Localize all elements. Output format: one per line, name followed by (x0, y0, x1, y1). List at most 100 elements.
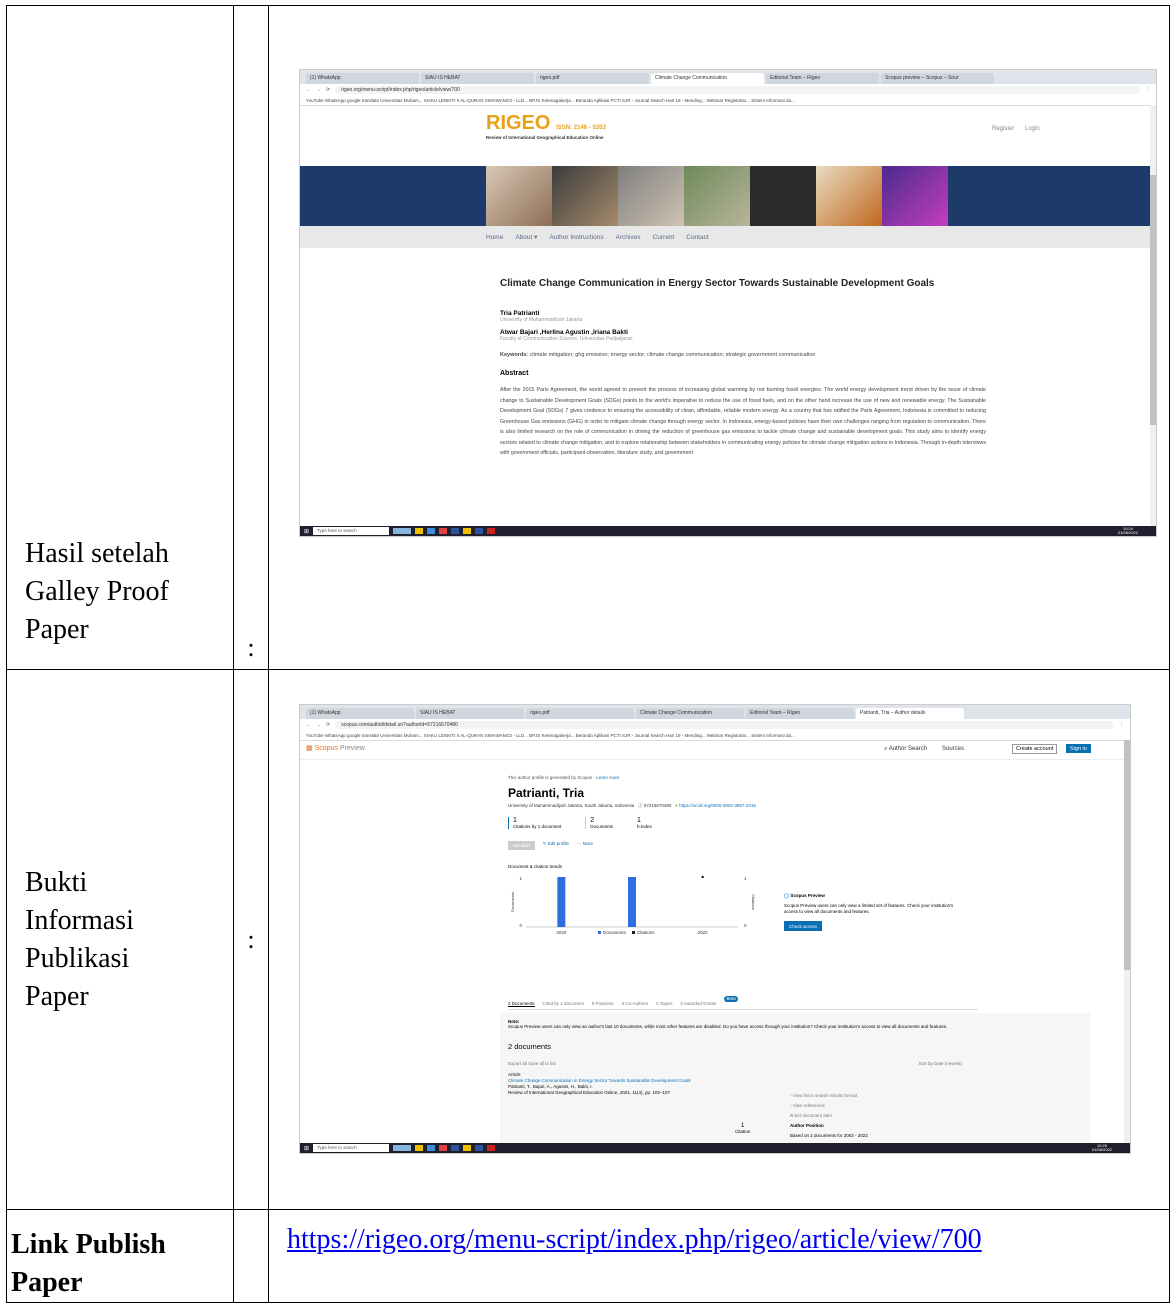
windows-icon[interactable]: ⊞ (304, 1145, 309, 1152)
app-icon[interactable] (451, 528, 460, 534)
keywords: Keywords: climate mitigation; ghg emissi… (500, 352, 816, 358)
document-citations: 1 Citation (735, 1123, 751, 1134)
url-bar[interactable]: scopus.com/authid/detail.uri?authorId=57… (335, 721, 1114, 729)
view-references-link[interactable]: › View references (790, 1101, 868, 1111)
y-tick-label: 1 (519, 876, 522, 881)
row3-label-cell: Link Publish Paper (6, 1209, 234, 1303)
tab[interactable]: SIAU IS HEBAT (416, 708, 524, 719)
nav-contact[interactable]: Contact (686, 234, 708, 241)
set-document-alert-link[interactable]: ⍾ Set document alert (790, 1111, 868, 1121)
y-tick-label: 0 (519, 923, 522, 928)
bookmarks-bar[interactable]: YouTube WhatsApp google translate Univer… (300, 96, 1156, 106)
app-icon[interactable] (427, 528, 436, 534)
subtab-preprints[interactable]: 0 Preprints (592, 1001, 614, 1007)
scopus-logo[interactable]: ▦ Scopus Preview (306, 744, 365, 752)
legend-citations: Citations (637, 930, 655, 935)
login-link[interactable]: Login (1025, 126, 1040, 132)
check-access-button[interactable]: Check access (784, 921, 823, 931)
set-alert-button[interactable]: Set alert (508, 841, 535, 850)
tab-active[interactable]: Patrianti, Tria – Author details (856, 708, 964, 719)
nav-archives[interactable]: Archives (616, 234, 641, 241)
menu-icon[interactable]: ⋮ (1145, 87, 1156, 93)
tab[interactable]: rigeo.pdf (536, 73, 649, 84)
app-icon[interactable] (415, 1145, 424, 1151)
subtab-cited-by[interactable]: Cited by 1 document (543, 1001, 584, 1007)
sign-in-button[interactable]: Sign in (1066, 744, 1091, 753)
scrollbar[interactable] (1150, 105, 1156, 526)
sources-link[interactable]: Sources (942, 746, 964, 752)
rigeo-header: RIGEO ISSN: 2146 - 0353 Review of Intern… (300, 106, 1156, 166)
tab[interactable]: Editorial Team – Rigeo (766, 73, 879, 84)
trends-title: Document & citation trends (508, 864, 563, 869)
metric-citations[interactable]: 1 Citations by 1 document (508, 817, 561, 829)
app-icon[interactable] (463, 1145, 472, 1151)
forward-icon[interactable]: → (316, 722, 321, 728)
tab[interactable]: Scopus preview – Scopus – Sour (881, 73, 994, 84)
app-icon[interactable] (439, 1145, 448, 1151)
scrollbar[interactable] (1124, 740, 1130, 1143)
tab[interactable]: SIAU IS HEBAT (421, 73, 534, 84)
documents-section: Note: Scopus Preview users can only view … (500, 1013, 1090, 1143)
address-row: ← → ⟳ scopus.com/authid/detail.uri?authorI… (300, 719, 1130, 731)
subtab-awarded-grants[interactable]: 0 Awarded Grants (681, 1001, 717, 1007)
author-1: Tria Patrianti (500, 310, 540, 317)
app-icon[interactable] (487, 1145, 496, 1151)
tab-active[interactable]: Climate Change Communication (651, 73, 764, 84)
author-position: Author Position (790, 1123, 824, 1128)
export-links[interactable]: Export all Save all to list (508, 1061, 556, 1066)
x-tick-label: 2020 (556, 930, 567, 935)
author-2: Atwar Bajari ,Herlina Agustin ,Iriana Ba… (500, 329, 628, 336)
app-icon[interactable] (475, 1145, 484, 1151)
register-link[interactable]: Register (992, 126, 1014, 132)
taskbar: ⊞ Type here to search 10:24 01/08/2022 (300, 526, 1156, 536)
edit-profile-link[interactable]: ✎ Edit profile (543, 841, 569, 850)
y2-tick-label: 1 (744, 876, 747, 881)
menu-icon[interactable]: ⋮ (1119, 722, 1130, 728)
author-search-link[interactable]: ⌕ Author Search (884, 746, 927, 753)
nav-home[interactable]: Home (486, 234, 503, 241)
taskbar-search[interactable]: Type here to search (313, 1144, 390, 1152)
app-icon[interactable] (393, 528, 412, 534)
legend-documents-swatch (598, 931, 601, 934)
scopus-preview-panel: ◯ Scopus Preview Scopus Preview users ca… (784, 893, 954, 931)
taskbar-search[interactable]: Type here to search (313, 527, 390, 535)
nav-current[interactable]: Current (653, 234, 675, 241)
subtab-topics[interactable]: 0 Topics (656, 1001, 672, 1007)
more-link[interactable]: ··· More (577, 841, 593, 850)
preview-text: Scopus Preview users can only view a lim… (784, 903, 954, 914)
subtab-documents[interactable]: 2 Documents (508, 1001, 535, 1007)
row1-colon: : (247, 633, 255, 662)
nav-about[interactable]: About ▾ (515, 233, 537, 241)
app-icon[interactable] (451, 1145, 460, 1151)
metric-h-index[interactable]: 1 h-index (637, 817, 652, 829)
windows-icon[interactable]: ⊞ (304, 528, 309, 535)
rigeo-nav: Home About ▾ Author Instructions Archive… (300, 226, 1156, 248)
app-icon[interactable] (393, 1145, 412, 1151)
app-icon[interactable] (439, 528, 448, 534)
publish-link[interactable]: https://rigeo.org/menu-script/index.php/… (269, 1210, 1169, 1256)
metric-documents[interactable]: 2 Documents (585, 817, 613, 829)
tab[interactable]: (1) WhatsApp (306, 73, 419, 84)
reload-icon[interactable]: ⟳ (326, 722, 330, 728)
app-icon[interactable] (415, 528, 424, 534)
tab[interactable]: (1) WhatsApp (306, 708, 414, 719)
bookmarks-bar[interactable]: YouTube WhatsApp google translate Univer… (300, 731, 1130, 741)
tab[interactable]: rigeo.pdf (526, 708, 634, 719)
reload-icon[interactable]: ⟳ (326, 87, 330, 93)
nav-author-instructions[interactable]: Author Instructions (549, 234, 603, 241)
tab[interactable]: Climate Change Communication (636, 708, 744, 719)
app-icon[interactable] (475, 528, 484, 534)
subtab-co-authors[interactable]: 4 Co-Authors (622, 1001, 649, 1007)
create-account-button[interactable]: Create account (1012, 744, 1058, 754)
app-icon[interactable] (427, 1145, 436, 1151)
banner-image (486, 166, 552, 226)
url-bar[interactable]: rigeo.org/menu-script/index.php/rigeo/ar… (335, 86, 1140, 94)
back-icon[interactable]: ← (306, 87, 311, 93)
tab[interactable]: Editorial Team – Rigeo (746, 708, 854, 719)
app-icon[interactable] (463, 528, 472, 534)
sort-select[interactable]: Sort by Date (newest) (918, 1061, 962, 1066)
back-icon[interactable]: ← (306, 722, 311, 728)
view-search-results-link[interactable]: › View list in search results format (790, 1091, 868, 1101)
app-icon[interactable] (487, 528, 496, 534)
forward-icon[interactable]: → (316, 87, 321, 93)
